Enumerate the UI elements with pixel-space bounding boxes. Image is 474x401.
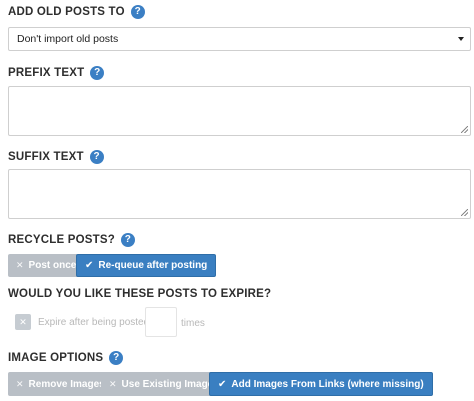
chevron-down-icon bbox=[458, 37, 464, 41]
image-options-label: IMAGE OPTIONS ? bbox=[8, 351, 124, 365]
suffix-text-field[interactable] bbox=[8, 169, 471, 219]
expire-posts-label-text: WOULD YOU LIKE THESE POSTS TO EXPIRE? bbox=[8, 288, 272, 300]
suffix-text-label: SUFFIX TEXT ? bbox=[8, 150, 104, 164]
remove-images-label: Remove Images bbox=[28, 378, 105, 390]
help-icon[interactable]: ? bbox=[90, 66, 105, 80]
add-images-from-links-label: Add Images From Links (where missing) bbox=[231, 378, 424, 390]
use-existing-images-button[interactable]: ✕ Use Existing Images bbox=[101, 372, 227, 396]
expire-checkbox-label: Expire after being posted bbox=[38, 317, 150, 328]
recycle-posts-label-text: RECYCLE POSTS? bbox=[8, 234, 115, 246]
remove-images-button[interactable]: ✕ Remove Images bbox=[8, 372, 113, 396]
help-icon[interactable]: ? bbox=[109, 351, 124, 365]
resize-handle-icon[interactable] bbox=[461, 209, 468, 216]
help-icon[interactable]: ? bbox=[89, 150, 104, 164]
add-old-posts-label-text: ADD OLD POSTS TO bbox=[8, 6, 125, 18]
check-icon: ✔ bbox=[218, 378, 227, 390]
prefix-text-field[interactable] bbox=[8, 86, 471, 136]
add-old-posts-label: ADD OLD POSTS TO ? bbox=[8, 5, 145, 19]
image-options-label-text: IMAGE OPTIONS bbox=[8, 352, 104, 364]
add-old-posts-select[interactable]: Don't import old posts bbox=[8, 27, 471, 51]
check-icon: ✔ bbox=[85, 260, 94, 271]
resize-handle-icon[interactable] bbox=[461, 126, 468, 133]
add-old-posts-selected-value: Don't import old posts bbox=[17, 33, 119, 45]
prefix-text-label-text: PREFIX TEXT bbox=[8, 67, 85, 79]
post-once-label: Post once bbox=[28, 260, 77, 271]
add-images-from-links-button[interactable]: ✔ Add Images From Links (where missing) bbox=[209, 372, 433, 396]
x-icon: ✕ bbox=[16, 260, 24, 270]
post-once-button[interactable]: ✕ Post once bbox=[8, 254, 85, 277]
expire-checkbox[interactable]: ✕ bbox=[15, 314, 31, 330]
expire-times-suffix: times bbox=[181, 318, 205, 329]
requeue-after-posting-button[interactable]: ✔ Re-queue after posting bbox=[76, 254, 217, 277]
help-icon[interactable]: ? bbox=[130, 5, 145, 19]
x-icon: ✕ bbox=[19, 316, 27, 327]
x-icon: ✕ bbox=[109, 378, 117, 389]
requeue-after-posting-label: Re-queue after posting bbox=[98, 260, 208, 271]
prefix-text-label: PREFIX TEXT ? bbox=[8, 66, 105, 80]
x-icon: ✕ bbox=[16, 378, 24, 389]
expire-posts-label: WOULD YOU LIKE THESE POSTS TO EXPIRE? bbox=[8, 288, 271, 300]
help-icon[interactable]: ? bbox=[120, 233, 135, 247]
use-existing-images-label: Use Existing Images bbox=[121, 378, 219, 390]
recycle-posts-label: RECYCLE POSTS? ? bbox=[8, 233, 135, 247]
expire-times-input[interactable] bbox=[145, 307, 177, 337]
suffix-text-label-text: SUFFIX TEXT bbox=[8, 151, 84, 163]
